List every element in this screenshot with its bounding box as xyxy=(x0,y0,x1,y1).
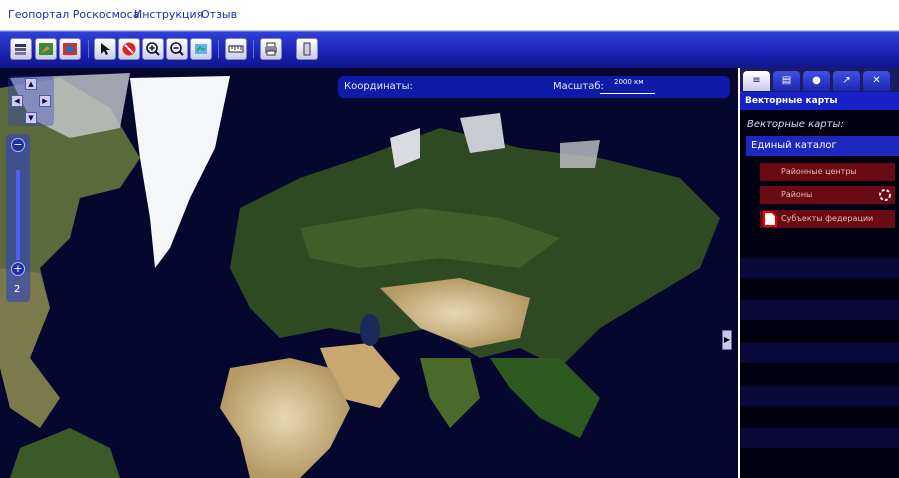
map-image-icon[interactable] xyxy=(59,38,81,60)
coordinates-bar: Координаты: Масштаб: 2000 км xyxy=(338,76,730,98)
zoom-out-button[interactable]: − xyxy=(11,138,25,152)
print-icon[interactable] xyxy=(260,38,282,60)
scale-value: 2000 км xyxy=(614,78,644,86)
nav-link-instructions[interactable]: Инструкция xyxy=(134,8,203,21)
zoom-slider: − + 2 xyxy=(6,134,30,302)
loading-icon xyxy=(879,189,891,201)
pan-control: ▲ ◀ ▶ ▼ xyxy=(8,76,54,126)
pointer-icon[interactable] xyxy=(94,38,116,60)
tab-wrench-icon[interactable]: ✕ xyxy=(863,71,890,91)
layer-row[interactable]: Субъекты федерации xyxy=(760,210,895,228)
layer-row[interactable]: Районные центры xyxy=(760,163,895,181)
collapse-panel-button[interactable]: ▶ xyxy=(722,330,732,350)
scale-bar: 2000 км xyxy=(600,78,655,94)
zoom-in-icon[interactable] xyxy=(142,38,164,60)
tab-layers-icon[interactable]: ≡ xyxy=(743,71,770,91)
main-toolbar xyxy=(0,31,899,68)
top-navigation: Геопортал Роскосмоса Инструкция Отзыв xyxy=(0,0,899,31)
full-extent-icon[interactable] xyxy=(190,38,212,60)
nav-link-feedback[interactable]: Отзыв xyxy=(201,8,237,21)
map-edit-icon[interactable] xyxy=(35,38,57,60)
coordinates-label: Координаты: xyxy=(344,81,413,92)
pan-right-button[interactable]: ▶ xyxy=(39,95,51,107)
pan-down-button[interactable]: ▼ xyxy=(25,112,37,124)
layers-panel: ≡ ▤ ● ↗ ✕ Векторные карты Векторные карт… xyxy=(740,68,899,478)
zoom-in-button[interactable]: + xyxy=(11,262,25,276)
document-icon xyxy=(763,211,777,227)
tab-tools-icon[interactable]: ↗ xyxy=(833,71,860,91)
layer-label: Районы xyxy=(781,190,813,199)
zoom-out-icon[interactable] xyxy=(166,38,188,60)
panel-subtitle: Векторные карты: xyxy=(747,119,844,130)
layers-icon[interactable] xyxy=(10,38,32,60)
no-entry-icon[interactable] xyxy=(118,38,140,60)
scale-label: Масштаб: xyxy=(553,81,604,92)
tab-circle-icon[interactable]: ● xyxy=(803,71,830,91)
pan-up-button[interactable]: ▲ xyxy=(25,78,37,90)
nav-link-geoportal[interactable]: Геопортал Роскосмоса xyxy=(8,8,139,21)
tab-document-icon[interactable]: ▤ xyxy=(773,71,800,91)
layer-row[interactable]: Районы xyxy=(760,186,895,204)
zoom-track[interactable] xyxy=(16,170,20,260)
catalog-item[interactable]: Единый каталог xyxy=(746,136,899,156)
pan-left-button[interactable]: ◀ xyxy=(11,95,23,107)
layer-label: Районные центры xyxy=(781,167,857,176)
ruler-icon[interactable] xyxy=(225,38,247,60)
panel-header: Векторные карты xyxy=(740,92,899,110)
panel-tabs: ≡ ▤ ● ↗ ✕ xyxy=(740,68,899,92)
layer-label: Субъекты федерации xyxy=(781,214,874,223)
world-map-image xyxy=(0,68,738,478)
satellite-map[interactable] xyxy=(0,68,738,478)
zoom-level: 2 xyxy=(14,284,21,295)
panel-icon[interactable] xyxy=(296,38,318,60)
